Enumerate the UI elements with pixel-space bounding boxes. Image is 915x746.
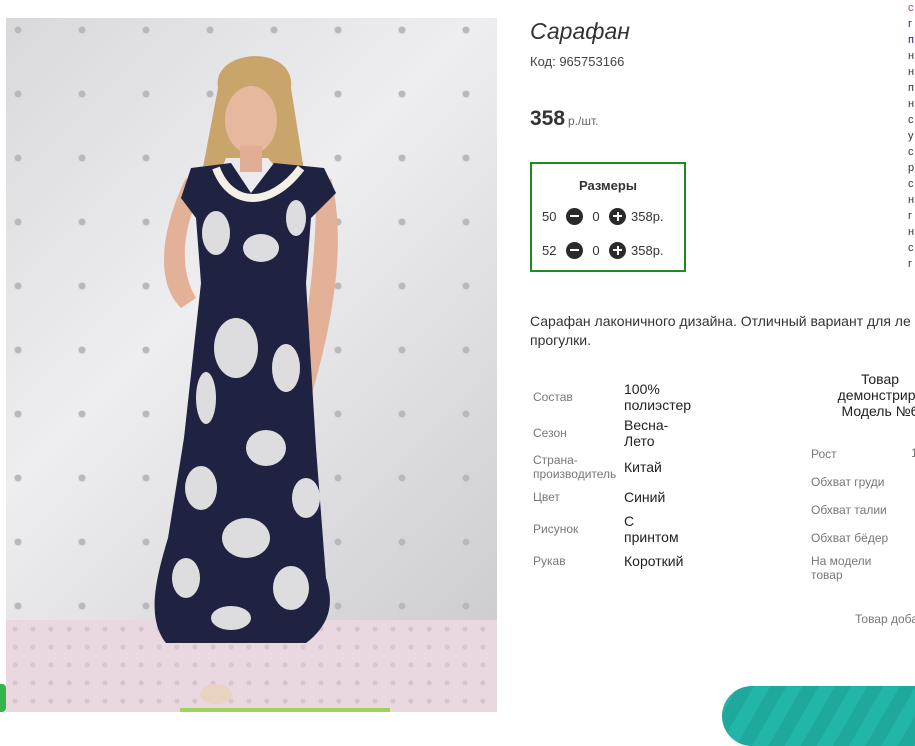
side-char: н <box>908 194 915 206</box>
quantity-value[interactable]: 0 <box>583 243 609 258</box>
minus-icon[interactable] <box>566 241 583 259</box>
attr-value: принтом <box>624 529 679 545</box>
model-heading-line: Модель №6 <box>841 403 915 419</box>
added-note: Товар доба <box>855 612 915 626</box>
size-row: 50 0 358р. <box>542 206 664 226</box>
attr-label: Состав <box>533 390 573 404</box>
price-unit: р./шт. <box>568 114 599 128</box>
side-char[interactable]: г <box>908 16 915 32</box>
side-char: с <box>908 178 914 190</box>
measure-label: Рост <box>811 447 837 461</box>
model-heading-line: Товар <box>860 371 900 387</box>
attr-value: Китай <box>624 459 662 475</box>
sizes-panel: Размеры 50 0 358р. 52 0 358р. <box>530 162 686 272</box>
measure-label: Обхват бёдер <box>811 531 889 545</box>
attr-value: Короткий <box>624 553 684 569</box>
side-char: п <box>908 82 914 94</box>
quantity-value[interactable]: 0 <box>583 209 609 224</box>
measure-value: 1 <box>911 446 915 460</box>
attr-value: 100% <box>624 381 660 397</box>
attr-value: С <box>624 513 635 529</box>
action-button[interactable] <box>722 686 915 746</box>
side-text-strip: с г п н н п н с у с р с н г н с г <box>908 0 915 300</box>
measure-label: Обхват груди <box>811 475 885 489</box>
model-heading-line: демонстриру <box>837 387 915 403</box>
size-label: 52 <box>542 242 557 258</box>
side-tab[interactable] <box>0 684 6 712</box>
attr-label: Рукав <box>533 554 566 568</box>
attr-value: Весна- <box>624 417 669 433</box>
side-char: г <box>908 210 913 222</box>
size-row: 52 0 358р. <box>542 240 664 260</box>
measure-label: товар <box>811 568 843 582</box>
side-char: н <box>908 226 915 238</box>
attr-value: Синий <box>624 489 666 505</box>
size-price: 358р. <box>631 208 664 224</box>
product-description: Сарафан лаконичного дизайна. Отличный ва… <box>530 312 915 350</box>
plus-icon[interactable] <box>609 241 626 259</box>
model-figure <box>154 56 338 704</box>
attr-label: Рисунок <box>533 522 579 536</box>
attr-value: полиэстер <box>624 397 692 413</box>
side-char: у <box>908 130 914 142</box>
product-code: Код: 965753166 <box>530 54 625 69</box>
attr-label: Сезон <box>533 426 567 440</box>
side-char[interactable]: п <box>908 32 915 48</box>
description-line: Сарафан лаконичного дизайна. Отличный ва… <box>530 313 911 329</box>
photo-bottom-strip <box>180 708 390 712</box>
attr-value: Лето <box>624 433 655 449</box>
attr-label: производитель <box>533 467 617 481</box>
price-value: 358 <box>530 107 566 130</box>
side-char: с <box>908 2 914 14</box>
side-char: р <box>908 162 915 174</box>
product-title: Сарафан <box>530 18 630 44</box>
side-char: г <box>908 258 913 270</box>
sizes-heading: Размеры <box>579 178 637 193</box>
size-price: 358р. <box>631 242 664 258</box>
minus-icon[interactable] <box>566 207 583 225</box>
side-char: с <box>908 114 914 126</box>
product-photo[interactable] <box>6 18 497 712</box>
plus-icon[interactable] <box>609 207 626 225</box>
attr-label: Страна- <box>533 453 578 467</box>
product-price: 358 р./шт. <box>530 107 599 131</box>
description-line: прогулки. <box>530 332 591 348</box>
attr-label: Цвет <box>533 490 560 504</box>
side-char: н <box>908 50 915 62</box>
side-char: с <box>908 242 914 254</box>
side-char: н <box>908 66 915 78</box>
side-char: с <box>908 146 914 158</box>
side-char: н <box>908 98 915 110</box>
size-label: 50 <box>542 208 557 224</box>
measure-label: На модели <box>811 554 872 568</box>
model-heading: Товар демонстриру Модель №6 <box>820 371 915 419</box>
measure-label: Обхват талии <box>811 503 887 517</box>
